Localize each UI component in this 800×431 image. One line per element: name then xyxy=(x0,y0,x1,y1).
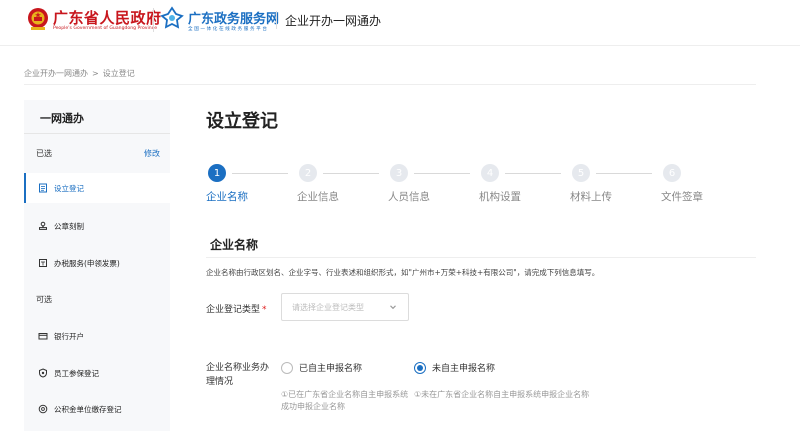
step-connector xyxy=(323,173,379,174)
gds-logo-icon xyxy=(160,6,184,29)
modify-link[interactable]: 修改 xyxy=(144,148,160,159)
stamp-icon xyxy=(38,221,48,231)
sidebar-item-tax-service[interactable]: 办税服务(申领发票) xyxy=(24,248,170,278)
step-connector xyxy=(232,173,288,174)
option-note-self-declared: ①已在广东省企业名称自主申报系统成功申报企业名称 xyxy=(281,390,409,411)
step-label-org-setup: 机构设置 xyxy=(479,191,521,203)
sidebar-item-label: 办税服务(申领发票) xyxy=(54,258,120,268)
step-number-4: 4 xyxy=(481,164,499,182)
registration-type-label: 企业登记类型 * xyxy=(206,302,267,315)
selected-header: 已选 xyxy=(36,149,52,158)
national-emblem-icon xyxy=(28,8,48,30)
step-progress: 1 2 3 4 5 6 企业名称 企业信息 人员信息 机构设置 材料上传 文件签… xyxy=(206,164,726,208)
registration-type-select[interactable]: 请选择企业登记类型 xyxy=(281,293,409,321)
sidebar-item-label: 员工参保登记 xyxy=(54,368,99,378)
insurance-icon xyxy=(38,368,48,378)
option-note-not-self-declared: ①未在广东省企业名称自主申报系统申报企业名称 xyxy=(414,390,590,399)
required-mark: * xyxy=(262,305,267,315)
header-page-name: 企业开办一网通办 xyxy=(285,14,382,28)
sidebar-item-bank-account[interactable]: 银行开户 xyxy=(24,321,170,351)
radio-not-self-declared[interactable]: 未自主申报名称 xyxy=(414,361,495,374)
step-label-company-info: 企业信息 xyxy=(297,191,339,203)
registration-type-placeholder: 请选择企业登记类型 xyxy=(292,302,364,312)
step-label-material-upload: 材料上传 xyxy=(570,191,612,203)
radio-circle-checked[interactable] xyxy=(414,361,426,374)
radio-circle[interactable] xyxy=(281,361,293,374)
header-divider xyxy=(276,11,277,29)
radio-label: 未自主申报名称 xyxy=(432,364,496,374)
breadcrumb-item-home[interactable]: 企业开办一网通办 xyxy=(24,68,88,79)
sidebar-title: 一网通办 xyxy=(40,112,84,125)
name-handling-label: 企业名称业务办理情况 xyxy=(206,363,270,387)
step-number-5: 5 xyxy=(572,164,590,182)
breadcrumb: 企业开办一网通办 > 设立登记 xyxy=(24,68,135,79)
step-number-1: 1 xyxy=(208,164,226,182)
sidebar-item-housing-fund[interactable]: 公积金单位缴存登记 xyxy=(24,394,170,424)
page-title: 设立登记 xyxy=(206,111,278,132)
step-connector xyxy=(596,173,652,174)
optional-header: 可选 xyxy=(36,295,52,304)
sidebar-divider xyxy=(24,133,170,134)
step-label-file-signing: 文件签章 xyxy=(661,191,703,203)
breadcrumb-item-current: 设立登记 xyxy=(102,69,135,78)
header-divider xyxy=(153,8,154,32)
sidebar-item-label: 设立登记 xyxy=(54,183,84,193)
radio-label: 已自主申报名称 xyxy=(299,364,363,374)
step-number-3: 3 xyxy=(390,164,408,182)
step-label-personnel-info: 人员信息 xyxy=(388,191,430,203)
tax-icon xyxy=(38,258,48,268)
bank-card-icon xyxy=(38,331,48,341)
gov-name[interactable]: 广东省人民政府 xyxy=(53,7,162,28)
sidebar-item-label: 银行开户 xyxy=(54,331,84,341)
company-name-hint: 企业名称由行政区划名、企业字号、行业表述和组织形式，如"广州市+万荣+科技+有限… xyxy=(206,268,600,277)
breadcrumb-divider xyxy=(24,84,756,85)
section-title: 企业名称 xyxy=(210,238,259,252)
step-connector xyxy=(414,173,470,174)
sidebar-item-establish-registration[interactable]: 设立登记 xyxy=(24,173,170,203)
step-number-2: 2 xyxy=(299,164,317,182)
document-icon xyxy=(38,183,48,193)
sidebar-item-label: 公章刻制 xyxy=(54,221,84,231)
step-number-6: 6 xyxy=(663,164,681,182)
service-name[interactable]: 广东政务服务网 xyxy=(188,8,279,27)
sidebar-item-label: 公积金单位缴存登记 xyxy=(54,404,122,414)
service-subtitle: 全国一体化在线政务服务平台 xyxy=(188,27,269,32)
chevron-down-icon xyxy=(390,305,396,310)
sidebar-item-seal-engraving[interactable]: 公章刻制 xyxy=(24,211,170,241)
top-header: 广东省人民政府 People's Government of Guangdong… xyxy=(0,0,800,46)
gov-name-en: People's Government of Guangdong Provinc… xyxy=(53,26,158,31)
fund-icon xyxy=(38,404,48,414)
radio-self-declared[interactable]: 已自主申报名称 xyxy=(281,361,362,374)
sidebar-item-employee-insurance[interactable]: 员工参保登记 xyxy=(24,358,170,388)
breadcrumb-separator: > xyxy=(92,69,99,78)
step-connector xyxy=(505,173,561,174)
step-label-company-name: 企业名称 xyxy=(206,191,248,203)
sidebar: 一网通办 已选 修改 设立登记 公章刻制 办税服务(申领发票) 可选 银行开户 … xyxy=(24,100,170,431)
registration-type-label-text: 企业登记类型 xyxy=(206,305,261,315)
section-divider xyxy=(206,257,756,258)
